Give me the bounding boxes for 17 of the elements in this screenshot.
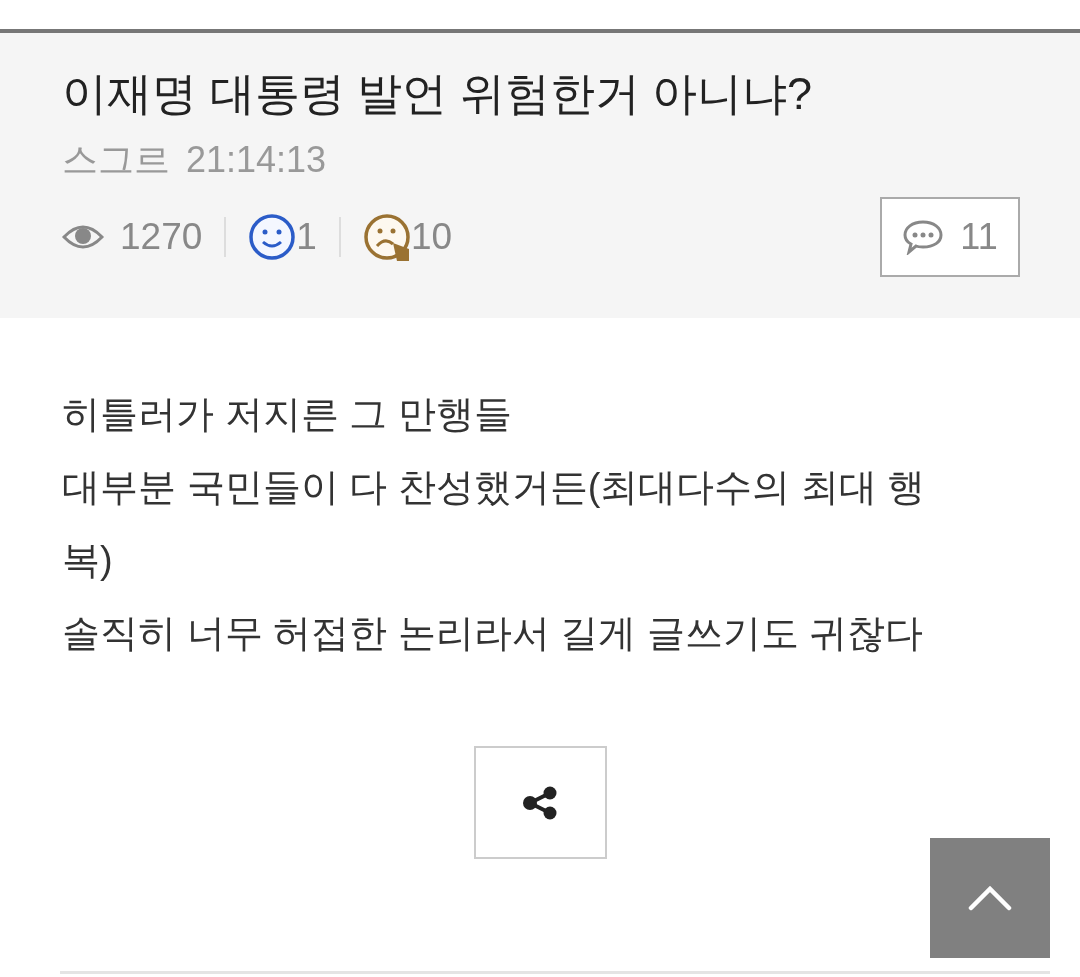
post-time: 21:14:13	[186, 138, 327, 182]
view-count: 1270	[120, 215, 203, 260]
share-button[interactable]	[473, 746, 607, 859]
smiley-icon[interactable]	[248, 213, 297, 261]
comment-count-button[interactable]: 11	[880, 197, 1020, 277]
share-icon	[522, 785, 558, 820]
body-text: 히틀러가 저지른 그 만행들	[62, 392, 513, 437]
body-text: 솔직히 너무 허접한 논리라서 길게 글쓰기도 귀찮다	[62, 611, 925, 656]
dislike-count: 10	[410, 215, 453, 260]
like-count: 1	[296, 215, 317, 260]
post-title: 이재명 대통령 발언 위험한거 아니냐?	[62, 67, 814, 121]
body-text: 대부분 국민들이 다 찬성했거든(최대다수의 최대 행복)	[62, 465, 927, 583]
eye-icon	[62, 223, 104, 251]
frown-icon[interactable]	[362, 213, 411, 261]
chevron-up-icon	[968, 885, 1012, 911]
author-name[interactable]: 스그르	[62, 133, 170, 187]
speech-bubble-icon	[902, 219, 945, 255]
